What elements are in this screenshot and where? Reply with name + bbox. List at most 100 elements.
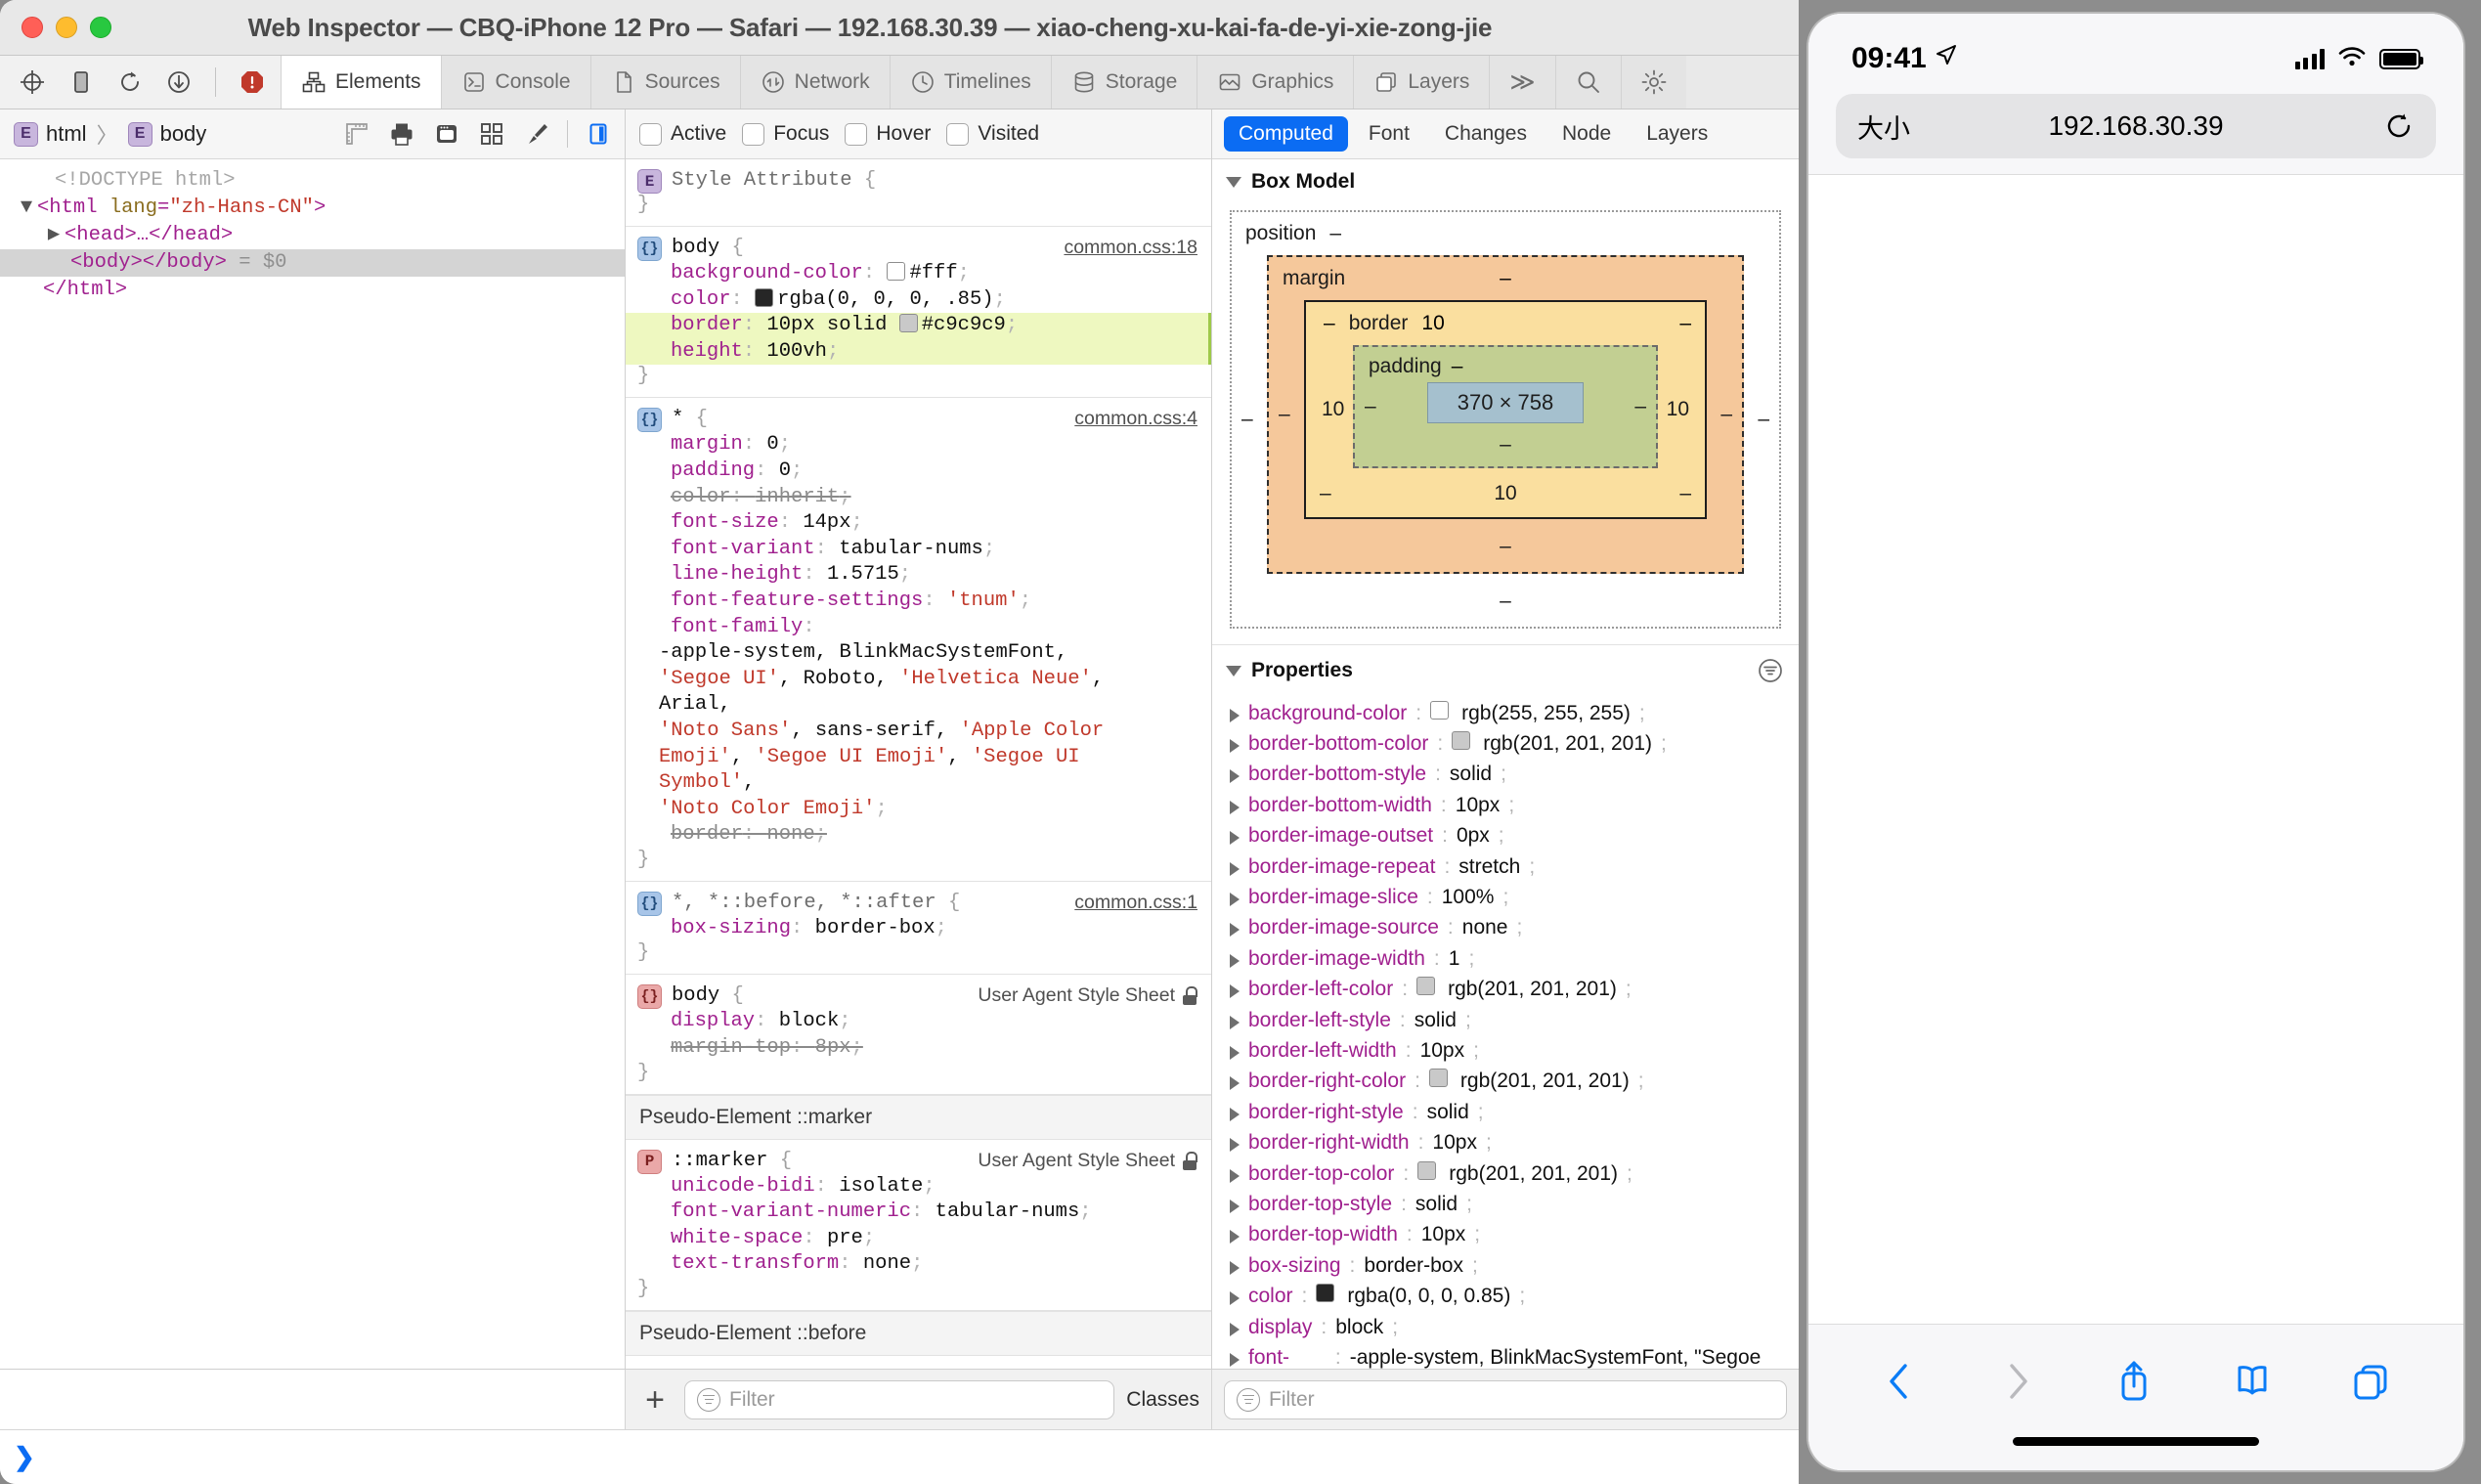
declaration-border-overridden[interactable]: border: none; — [637, 822, 1211, 849]
declaration-padding[interactable]: padding: 0; — [637, 458, 1211, 485]
property-row-border-bottom-color[interactable]: border-bottom-color: rgb(201, 201, 201); — [1212, 728, 1799, 759]
device-icon[interactable] — [66, 67, 96, 97]
disclosure-arrow-icon[interactable] — [1230, 831, 1240, 846]
ruler-icon[interactable] — [342, 119, 371, 149]
disclosure-arrow-icon[interactable] — [1230, 1076, 1240, 1091]
css-rules-list[interactable]: E Style Attribute { } {} body { common.c… — [626, 159, 1211, 1369]
pseudo-state-visited[interactable]: Visited — [946, 122, 1045, 146]
rule-source-link[interactable]: common.css:18 — [1064, 237, 1197, 259]
declaration-color-overridden[interactable]: color: inherit; — [637, 485, 1211, 511]
disclosure-arrow-icon[interactable] — [1230, 984, 1240, 999]
disclosure-triangle-icon[interactable]: ▼ — [16, 196, 37, 221]
tab-changes[interactable]: Changes — [1430, 116, 1542, 152]
declaration-value[interactable]: 0 — [779, 459, 791, 482]
checkbox[interactable] — [946, 122, 970, 146]
tab-sources[interactable]: Sources — [590, 56, 741, 109]
checkbox[interactable] — [742, 122, 765, 146]
declaration-unicode-bidi[interactable]: unicode-bidi: isolate; — [637, 1174, 1211, 1200]
disclosure-arrow-icon[interactable] — [1230, 1107, 1240, 1121]
declaration-value[interactable]: #c9c9c9 — [922, 314, 1006, 336]
property-row-border-image-repeat[interactable]: border-image-repeat: stretch; — [1212, 851, 1799, 882]
forward-icon[interactable] — [1997, 1359, 2036, 1404]
declaration-font-feature-settings[interactable]: font-feature-settings: 'tnum'; — [637, 589, 1211, 615]
property-row-display[interactable]: display: block; — [1212, 1312, 1799, 1342]
color-swatch[interactable] — [1416, 977, 1436, 996]
add-rule-button[interactable]: + — [637, 1383, 673, 1417]
declaration-color[interactable]: color: rgba(0, 0, 0, .85); — [637, 287, 1211, 314]
back-icon[interactable] — [1881, 1359, 1920, 1404]
property-row-font-family[interactable]: font-family:-apple-system, BlinkMacSyste… — [1212, 1343, 1799, 1369]
box-model-header[interactable]: Box Model — [1212, 159, 1799, 204]
declaration-border[interactable]: border: 10px solid #c9c9c9; — [626, 313, 1211, 339]
disclosure-arrow-icon[interactable] — [1230, 1353, 1240, 1368]
property-row-border-top-color[interactable]: border-top-color: rgb(201, 201, 201); — [1212, 1158, 1799, 1189]
disclosure-arrow-icon[interactable] — [1230, 738, 1240, 753]
property-row-border-bottom-style[interactable]: border-bottom-style: solid; — [1212, 760, 1799, 790]
css-rule-universal-pseudo-common1[interactable]: {} *, *::before, *::after { common.css:1… — [626, 882, 1211, 976]
print-icon[interactable] — [387, 119, 416, 149]
disclosure-arrow-icon[interactable] — [1230, 1015, 1240, 1029]
disclosure-triangle-icon[interactable]: ▶ — [43, 223, 65, 248]
dom-node-body[interactable]: <body></body> = $0 — [0, 249, 625, 277]
declaration-value[interactable]: 1.5715 — [827, 563, 899, 586]
tab-computed[interactable]: Computed — [1224, 116, 1348, 152]
tab-layers-computed[interactable]: Layers — [1632, 116, 1722, 152]
declaration-margin-top-overridden[interactable]: margin-top: 8px; — [637, 1035, 1211, 1062]
tab-font[interactable]: Font — [1354, 116, 1424, 152]
property-row-border-image-source[interactable]: border-image-source: none; — [1212, 913, 1799, 943]
rule-selector[interactable]: *, *::before, *::after — [672, 892, 936, 914]
declaration-line-height[interactable]: line-height: 1.5715; — [637, 562, 1211, 589]
property-row-border-left-width[interactable]: border-left-width:10px; — [1212, 1035, 1799, 1066]
declaration-box-sizing[interactable]: box-sizing: border-box; — [637, 916, 1211, 942]
declaration-font-size[interactable]: font-size: 14px; — [637, 510, 1211, 537]
color-swatch[interactable] — [1316, 1284, 1335, 1303]
disclosure-arrow-icon[interactable] — [1230, 1138, 1240, 1153]
property-row-color[interactable]: color: rgba(0, 0, 0, 0.85); — [1212, 1282, 1799, 1312]
styles-filter-input[interactable]: Filter — [684, 1379, 1115, 1419]
safari-page-viewport[interactable] — [1808, 174, 2463, 1324]
property-row-border-top-width[interactable]: border-top-width:10px; — [1212, 1220, 1799, 1250]
pseudo-state-active[interactable]: Active — [639, 122, 732, 146]
breadcrumb-item-html[interactable]: E html — [14, 121, 87, 147]
breadcrumb-item-body[interactable]: E body — [127, 121, 206, 147]
css-rule-style-attribute[interactable]: E Style Attribute { } — [626, 159, 1211, 227]
declaration-value[interactable]: #fff — [909, 262, 957, 284]
rule-source-link[interactable]: common.css:1 — [1074, 892, 1197, 914]
property-row-background-color[interactable]: background-color: rgb(255, 255, 255); — [1212, 698, 1799, 728]
declaration-value[interactable]: tabular-nums — [936, 1200, 1080, 1223]
tab-node[interactable]: Node — [1547, 116, 1626, 152]
rule-selector[interactable]: body — [672, 984, 719, 1007]
declaration-value[interactable]: 14px — [803, 511, 850, 534]
rule-selector[interactable]: Style Attribute — [672, 169, 852, 192]
dom-tree[interactable]: <!DOCTYPE html> ▼ <html lang="zh-Hans-CN… — [0, 159, 625, 1369]
declaration-display[interactable]: display: block; — [637, 1009, 1211, 1035]
tab-layers[interactable]: Layers — [1354, 56, 1491, 109]
tabs-icon[interactable] — [2350, 1361, 2391, 1402]
safari-address-bar[interactable]: 大小 192.168.30.39 — [1836, 94, 2436, 158]
tab-graphics[interactable]: Graphics — [1197, 56, 1355, 109]
declaration-margin[interactable]: margin: 0; — [637, 432, 1211, 458]
css-rule-body-user-agent[interactable]: {} body { User Agent Style Sheet display… — [626, 975, 1211, 1095]
color-swatch[interactable] — [1428, 1069, 1448, 1088]
computed-filter-input[interactable]: Filter — [1224, 1379, 1787, 1419]
color-swatch[interactable] — [887, 262, 906, 281]
property-row-border-top-style[interactable]: border-top-style: solid; — [1212, 1190, 1799, 1220]
disclosure-arrow-icon[interactable] — [1230, 1168, 1240, 1183]
tab-network[interactable]: Network — [740, 56, 891, 109]
pseudo-state-hover[interactable]: Hover — [845, 122, 936, 146]
declaration-value[interactable]: rgba(0, 0, 0, .85) — [777, 288, 993, 311]
disclosure-arrow-icon[interactable] — [1230, 1230, 1240, 1244]
declaration-value[interactable]: 8px — [815, 1036, 851, 1059]
console-prompt-bar[interactable]: ❯ — [0, 1429, 1799, 1484]
declaration-value[interactable]: none — [863, 1252, 911, 1275]
declaration-background-color[interactable]: background-color: #fff; — [637, 261, 1211, 287]
disclosure-arrow-icon[interactable] — [1230, 708, 1240, 722]
tab-console[interactable]: Console — [441, 56, 591, 109]
declaration-value[interactable]: border-box — [815, 917, 936, 939]
declaration-value[interactable]: tabular-nums — [839, 538, 983, 560]
properties-header[interactable]: Properties — [1212, 645, 1799, 696]
tab-elements[interactable]: Elements — [282, 56, 442, 109]
property-row-border-image-outset[interactable]: border-image-outset:0px; — [1212, 821, 1799, 851]
dom-node-html[interactable]: ▼ <html lang="zh-Hans-CN"> — [0, 195, 625, 222]
disclosure-arrow-icon[interactable] — [1230, 1322, 1240, 1336]
